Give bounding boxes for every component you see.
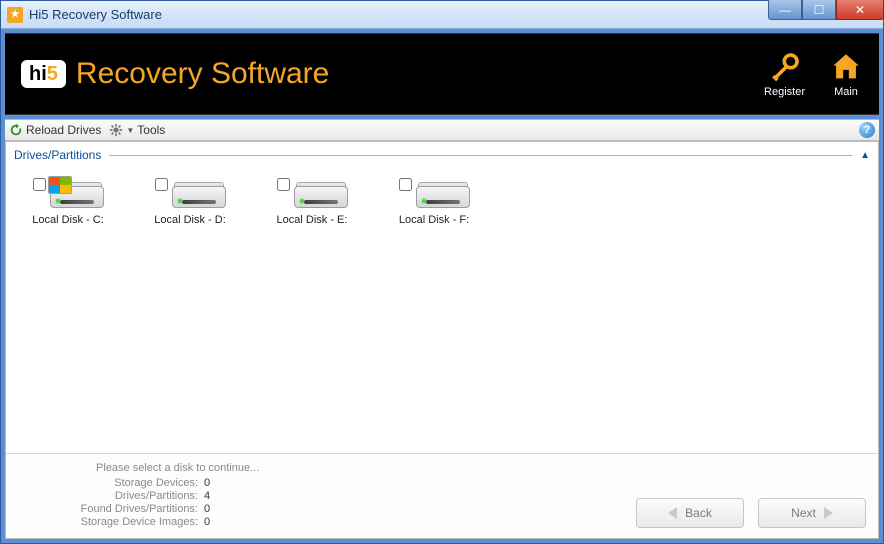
minimize-button[interactable]: — xyxy=(768,0,802,20)
drive-item-d[interactable]: Local Disk - D: xyxy=(144,178,236,226)
stat-found-drives: Found Drives/Partitions: 0 xyxy=(18,503,298,515)
stat-value: 0 xyxy=(204,503,210,515)
next-button[interactable]: Next xyxy=(758,498,866,528)
logo-prefix: hi xyxy=(29,63,47,85)
drive-checkbox[interactable] xyxy=(33,178,46,191)
reload-drives-label: Reload Drives xyxy=(26,123,101,137)
gear-icon xyxy=(109,123,123,137)
drive-item-f[interactable]: Local Disk - F: xyxy=(388,178,480,226)
help-button[interactable]: ? xyxy=(859,122,875,138)
stat-value: 0 xyxy=(204,516,210,528)
drive-item-e[interactable]: Local Disk - E: xyxy=(266,178,358,226)
home-icon xyxy=(829,50,863,84)
drives-section-header[interactable]: Drives/Partitions ▲ xyxy=(6,142,878,166)
back-button[interactable]: Back xyxy=(636,498,744,528)
register-button[interactable]: Register xyxy=(764,50,805,98)
maximize-button[interactable]: ☐ xyxy=(802,0,836,20)
main-button[interactable]: Main xyxy=(829,50,863,98)
drive-label: Local Disk - C: xyxy=(32,214,104,226)
stat-device-images: Storage Device Images: 0 xyxy=(18,516,298,528)
titlebar: ★ Hi5 Recovery Software — ☐ ✕ xyxy=(1,1,883,29)
drive-checkbox[interactable] xyxy=(277,178,290,191)
logo-badge: hi5 xyxy=(21,60,66,88)
footer-stats: Please select a disk to continue... Stor… xyxy=(18,462,298,528)
main-label: Main xyxy=(834,86,858,98)
tools-menu[interactable]: ▼ Tools xyxy=(109,123,165,137)
drive-icon xyxy=(50,178,104,208)
drive-checkbox[interactable] xyxy=(399,178,412,191)
drive-grid: Local Disk - C: Local Disk - D: xyxy=(6,166,878,238)
stat-drives-partitions: Drives/Partitions: 4 xyxy=(18,490,298,502)
stat-label: Storage Device Images: xyxy=(18,516,198,528)
arrow-right-icon xyxy=(824,507,833,519)
header-actions: Register Main xyxy=(764,50,863,98)
stat-value: 4 xyxy=(204,490,210,502)
back-label: Back xyxy=(685,506,712,520)
spacer xyxy=(6,238,878,453)
toolbar: Reload Drives ▼ Tools ? xyxy=(5,119,879,141)
logo: hi5 Recovery Software xyxy=(21,57,329,91)
refresh-icon xyxy=(9,123,23,137)
stat-label: Found Drives/Partitions: xyxy=(18,503,198,515)
tools-label: Tools xyxy=(137,123,165,137)
register-label: Register xyxy=(764,86,805,98)
next-label: Next xyxy=(791,506,816,520)
stat-storage-devices: Storage Devices: 0 xyxy=(18,477,298,489)
drive-item-c[interactable]: Local Disk - C: xyxy=(22,178,114,226)
key-icon xyxy=(768,50,802,84)
drive-label: Local Disk - E: xyxy=(277,214,348,226)
close-button[interactable]: ✕ xyxy=(836,0,884,20)
main-content: Drives/Partitions ▲ Local Disk - C: xyxy=(5,141,879,539)
app-header: hi5 Recovery Software Register Main xyxy=(5,33,879,115)
windows-icon xyxy=(48,176,72,194)
drive-checkbox[interactable] xyxy=(155,178,168,191)
footer: Please select a disk to continue... Stor… xyxy=(6,453,878,538)
window-controls: — ☐ ✕ xyxy=(768,0,884,20)
drives-section-title: Drives/Partitions xyxy=(14,148,101,162)
app-window: ★ Hi5 Recovery Software — ☐ ✕ hi5 Recove… xyxy=(0,0,884,544)
drive-icon xyxy=(294,178,348,208)
drive-icon xyxy=(172,178,226,208)
drive-label: Local Disk - D: xyxy=(154,214,226,226)
drive-icon xyxy=(416,178,470,208)
app-icon: ★ xyxy=(7,7,23,23)
arrow-left-icon xyxy=(668,507,677,519)
window-title: Hi5 Recovery Software xyxy=(29,7,162,22)
stat-value: 0 xyxy=(204,477,210,489)
logo-suffix: 5 xyxy=(47,63,58,85)
product-name: Recovery Software xyxy=(76,57,329,91)
stat-label: Storage Devices: xyxy=(18,477,198,489)
footer-buttons: Back Next xyxy=(636,498,866,528)
footer-hint: Please select a disk to continue... xyxy=(96,462,298,474)
collapse-caret-icon[interactable]: ▲ xyxy=(860,150,870,161)
divider xyxy=(109,155,852,156)
reload-drives-button[interactable]: Reload Drives xyxy=(9,123,101,137)
stat-label: Drives/Partitions: xyxy=(18,490,198,502)
dropdown-caret-icon: ▼ xyxy=(126,126,134,135)
drive-label: Local Disk - F: xyxy=(399,214,469,226)
